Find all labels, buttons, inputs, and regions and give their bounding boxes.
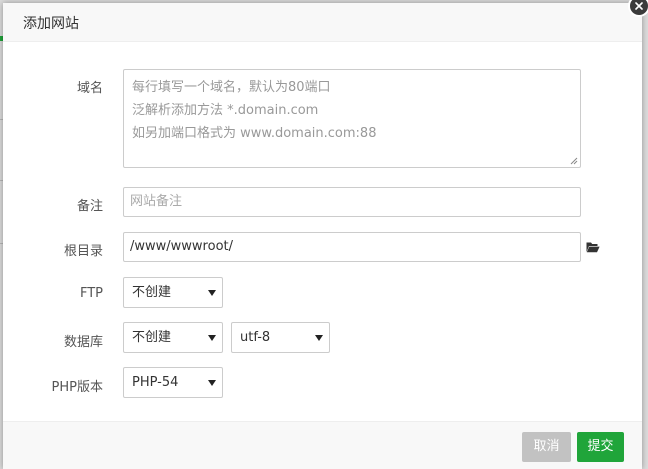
- close-button[interactable]: [628, 0, 648, 17]
- remark-label: 备注: [76, 199, 103, 214]
- php-version-select[interactable]: PHP-54: [123, 367, 223, 398]
- dialog-header: 添加网站: [3, 3, 642, 42]
- remark-placeholder: 网站备注: [130, 194, 183, 209]
- ftp-select[interactable]: 不创建: [123, 277, 223, 308]
- database-charset-select[interactable]: utf-8: [231, 322, 330, 353]
- php-version-selected-value: PHP-54: [132, 375, 179, 390]
- ftp-selected-value: 不创建: [132, 285, 172, 300]
- folder-open-icon[interactable]: [586, 241, 600, 253]
- caret-down-icon: [315, 335, 323, 341]
- database-charset-value: utf-8: [240, 330, 271, 345]
- domain-textarea[interactable]: 每行填写一个域名，默认为80端口 泛解析添加方法 *.domain.com 如另…: [123, 69, 581, 168]
- php-version-label: PHP版本: [51, 380, 103, 395]
- domain-placeholder-line: 泛解析添加方法 *.domain.com: [132, 103, 319, 118]
- domain-placeholder-line: 如另加端口格式为 www.domain.com:88: [132, 126, 377, 141]
- remark-input[interactable]: 网站备注: [123, 187, 581, 217]
- database-select[interactable]: 不创建: [123, 322, 223, 353]
- cancel-button[interactable]: 取消: [522, 432, 571, 462]
- caret-down-icon: [208, 380, 216, 386]
- close-icon: [635, 2, 643, 10]
- dialog-title: 添加网站: [23, 16, 79, 32]
- caret-down-icon: [208, 335, 216, 341]
- add-site-dialog: 添加网站 域名 每行填写一个域名，默认为80端口 泛解析添加方法 *.domai…: [3, 0, 648, 469]
- ftp-label: FTP: [79, 286, 103, 301]
- submit-button[interactable]: 提交: [577, 432, 624, 462]
- dialog-footer: 取消 提交: [3, 421, 642, 469]
- domain-label: 域名: [76, 81, 103, 96]
- database-label: 数据库: [63, 335, 103, 350]
- root-dir-input[interactable]: /www/wwwroot/: [123, 232, 581, 262]
- root-dir-label: 根目录: [63, 244, 103, 259]
- database-selected-value: 不创建: [132, 330, 172, 345]
- caret-down-icon: [208, 290, 216, 296]
- root-dir-value: /www/wwwroot/: [130, 239, 233, 254]
- resize-grip-icon[interactable]: [570, 157, 578, 165]
- domain-placeholder-line: 每行填写一个域名，默认为80端口: [132, 80, 331, 95]
